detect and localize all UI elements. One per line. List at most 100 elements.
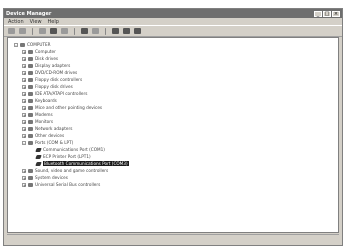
device-category-icon	[28, 168, 33, 173]
toolbar	[4, 25, 342, 37]
refresh-icon[interactable]	[61, 28, 68, 34]
device-category-icon	[28, 63, 33, 68]
disable-icon[interactable]	[134, 28, 141, 34]
tree-item-label: Mice and other pointing devices	[35, 105, 103, 110]
device-category-icon	[28, 175, 33, 180]
device-category-icon	[28, 182, 33, 187]
device-category-icon	[28, 133, 33, 138]
help-icon[interactable]	[81, 28, 88, 34]
tree-item[interactable]: Bluetooth Communications Port (COM3)	[14, 160, 338, 167]
device-category-icon	[20, 42, 25, 47]
close-button[interactable]: ×	[332, 10, 340, 17]
tree-item[interactable]: + Sound, video and game controllers	[14, 167, 338, 174]
tree-item-label: Communications Port (COM1)	[43, 147, 105, 152]
tree-item[interactable]: + Computer	[14, 48, 338, 55]
collapse-icon[interactable]: -	[22, 140, 26, 145]
tree-item-label: Monitors	[35, 119, 54, 124]
tree-item-label: Other devices	[35, 133, 65, 138]
tree-item[interactable]: + System devices	[14, 174, 338, 181]
device-category-icon	[28, 91, 33, 96]
menu-view[interactable]: View	[30, 19, 42, 25]
tree-item-label: Bluetooth Communications Port (COM3)	[43, 161, 129, 166]
tree-item[interactable]: - Ports (COM & LPT)	[14, 139, 338, 146]
tree-item-label: Disk drives	[35, 56, 59, 61]
tree-item-label: Keyboards	[35, 98, 57, 103]
port-device-icon	[35, 154, 42, 159]
window-title: Device Manager	[6, 10, 52, 17]
device-category-icon	[28, 56, 33, 61]
port-device-icon	[35, 161, 42, 166]
expand-icon[interactable]: +	[22, 133, 26, 138]
tree-item[interactable]: ECP Printer Port (LPT1)	[14, 153, 338, 160]
title-bar[interactable]: Device Manager _ □ ×	[4, 9, 342, 18]
tree-item[interactable]: + Floppy disk drives	[14, 83, 338, 90]
expand-icon[interactable]: +	[22, 168, 26, 173]
tree-item[interactable]: + Floppy disk controllers	[14, 76, 338, 83]
tree-item[interactable]: + DVD/CD-ROM drives	[14, 69, 338, 76]
expand-icon[interactable]: +	[22, 112, 26, 117]
maximize-button[interactable]: □	[323, 10, 331, 17]
tree-item-label: Ports (COM & LPT)	[35, 140, 74, 145]
menu-action[interactable]: Action	[8, 19, 24, 25]
tree-item[interactable]: + Mice and other pointing devices	[14, 104, 338, 111]
expand-icon[interactable]: +	[22, 182, 26, 187]
tree-item[interactable]: Communications Port (COM1)	[14, 146, 338, 153]
tree-item[interactable]: + Universal Serial Bus controllers	[14, 181, 338, 188]
menu-bar: Action View Help	[4, 18, 342, 25]
tree-item[interactable]: + Network adapters	[14, 125, 338, 132]
tree-item[interactable]: + Disk drives	[14, 55, 338, 62]
device-manager-window: Device Manager _ □ × Action View Help - C…	[3, 8, 343, 246]
expand-icon[interactable]: +	[22, 77, 26, 82]
tree-item[interactable]: + Display adapters	[14, 62, 338, 69]
device-tree-pane[interactable]: - COMPUTER + Computer + Disk drives + Display a…	[7, 37, 339, 233]
expand-icon[interactable]: +	[22, 175, 26, 180]
device-category-icon	[28, 126, 33, 131]
tree-item-label: ECP Printer Port (LPT1)	[43, 154, 91, 159]
tree-item-label: IDE ATA/ATAPI controllers	[35, 91, 88, 96]
tree-item[interactable]: + Other devices	[14, 132, 338, 139]
expand-icon[interactable]: +	[22, 91, 26, 96]
status-bar	[7, 234, 339, 242]
expand-icon[interactable]: +	[22, 119, 26, 124]
expand-icon[interactable]: +	[22, 105, 26, 110]
scan-icon[interactable]	[92, 28, 99, 34]
device-tree: - COMPUTER + Computer + Disk drives + Display a…	[8, 38, 338, 188]
tree-item-label: System devices	[35, 175, 68, 180]
device-category-icon	[28, 84, 33, 89]
device-category-icon	[28, 140, 33, 145]
collapse-icon[interactable]: -	[14, 42, 18, 47]
tree-item-label: Network adapters	[35, 126, 73, 131]
expand-icon[interactable]: +	[22, 70, 26, 75]
device-category-icon	[28, 119, 33, 124]
minimize-button[interactable]: _	[314, 10, 322, 17]
update-driver-icon[interactable]	[112, 28, 119, 34]
expand-icon[interactable]: +	[22, 49, 26, 54]
tree-item[interactable]: + IDE ATA/ATAPI controllers	[14, 90, 338, 97]
back-icon[interactable]	[8, 28, 15, 34]
toolbar-separator	[74, 27, 75, 35]
tree-item-label: Modems	[35, 112, 53, 117]
properties-icon[interactable]	[50, 28, 57, 34]
tree-item-label: Sound, video and game controllers	[35, 168, 109, 173]
tree-item[interactable]: + Keyboards	[14, 97, 338, 104]
forward-icon[interactable]	[19, 28, 26, 34]
tree-item[interactable]: - COMPUTER	[14, 41, 338, 48]
toolbar-separator	[32, 27, 33, 35]
toolbar-separator	[105, 27, 106, 35]
tree-item[interactable]: + Modems	[14, 111, 338, 118]
expand-icon[interactable]: +	[22, 56, 26, 61]
menu-help[interactable]: Help	[48, 19, 59, 25]
uninstall-icon[interactable]	[123, 28, 130, 34]
tree-item[interactable]: + Monitors	[14, 118, 338, 125]
device-category-icon	[28, 112, 33, 117]
up-icon[interactable]	[39, 28, 46, 34]
device-category-icon	[28, 70, 33, 75]
tree-item-label: Display adapters	[35, 63, 71, 68]
device-category-icon	[28, 49, 33, 54]
port-device-icon	[35, 147, 42, 152]
expand-icon[interactable]: +	[22, 63, 26, 68]
expand-icon[interactable]: +	[22, 98, 26, 103]
device-category-icon	[28, 77, 33, 82]
expand-icon[interactable]: +	[22, 126, 26, 131]
expand-icon[interactable]: +	[22, 84, 26, 89]
